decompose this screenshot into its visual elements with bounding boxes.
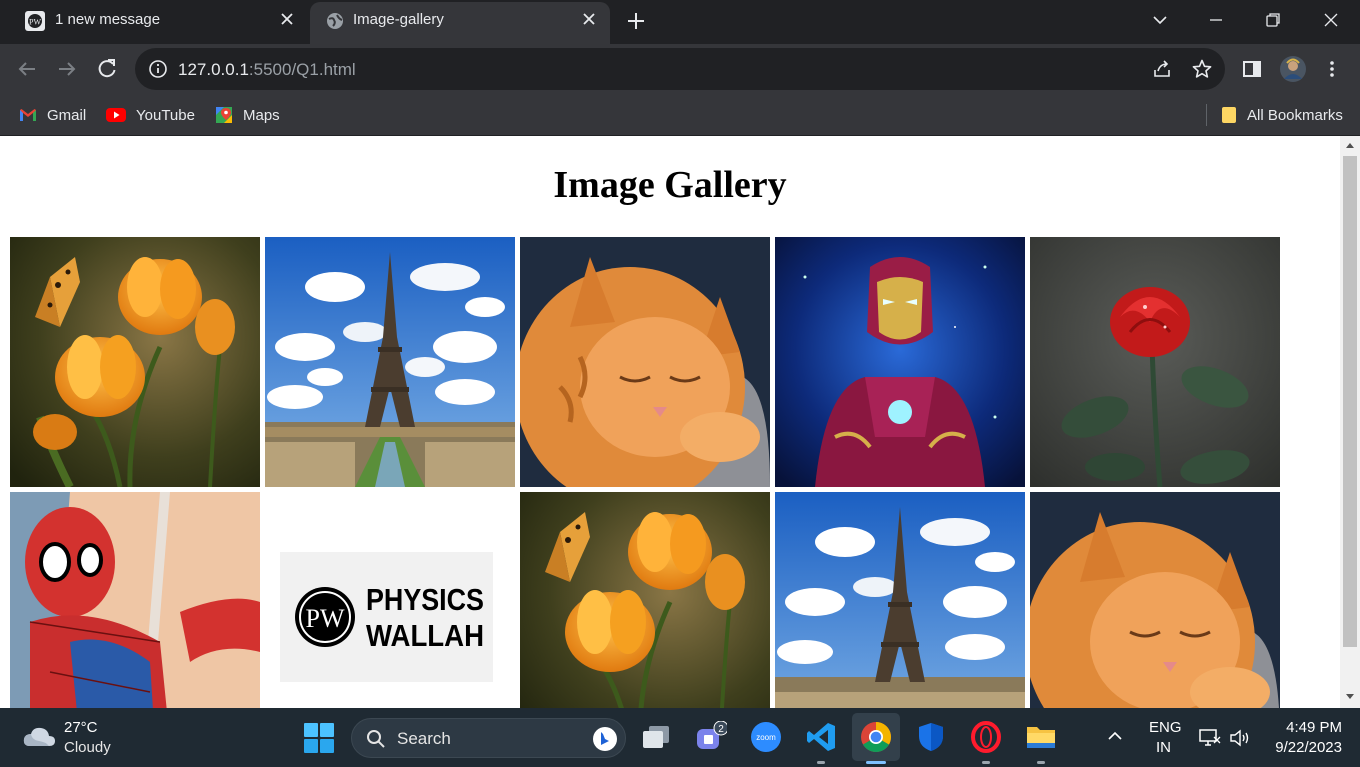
windows-taskbar: 27°C Cloudy Search 2 zoom ENG IN 4:49 PM… [0,708,1360,767]
svg-text:PW: PW [29,18,41,27]
bookmark-gmail[interactable]: Gmail [19,104,86,126]
bing-icon[interactable] [592,726,618,752]
bookmarks-divider [1206,104,1207,126]
kebab-menu-icon[interactable] [1321,58,1343,80]
physics-wallah-logo-image[interactable]: PW PHYSICS WALLAH [265,492,515,708]
tab-title: Image-gallery [353,11,444,28]
bookmark-maps[interactable]: Maps [215,104,280,126]
side-panel-icon[interactable] [1241,58,1263,80]
page-scrollbar[interactable] [1340,136,1360,708]
bookmark-label: YouTube [136,106,195,124]
chrome-icon[interactable] [860,721,892,753]
scroll-thumb[interactable] [1343,156,1357,647]
clock-time[interactable]: 4:49 PM [1286,719,1342,736]
reload-icon[interactable] [96,58,118,80]
maps-icon [216,107,232,123]
weather-description[interactable]: Cloudy [64,739,111,756]
network-icon[interactable] [1199,728,1221,748]
task-view-icon[interactable] [640,721,672,753]
iron-man-image[interactable] [775,237,1025,487]
pw-logo-icon: PW [25,11,45,31]
profile-avatar-icon[interactable] [1279,55,1307,83]
zoom-icon[interactable]: zoom [750,721,782,753]
all-bookmarks-label: All Bookmarks [1247,106,1343,124]
url-path: :5500/Q1.html [248,60,356,79]
page-viewport: Image Gallery PW PHYSICS WALLAH [0,136,1340,708]
scroll-down-icon[interactable] [1345,693,1355,701]
close-tab-icon[interactable] [280,12,294,26]
bookmark-label: Gmail [47,106,87,124]
weather-temperature[interactable]: 27°C [64,719,98,736]
bookmark-label: Maps [243,106,280,124]
site-info-icon[interactable] [147,58,169,80]
language-indicator[interactable]: ENG [1149,719,1182,736]
spider-man-image[interactable] [10,492,260,708]
search-label: Search [397,729,451,748]
youtube-icon [106,108,126,122]
share-icon[interactable] [1151,58,1173,80]
show-hidden-icons-chevron-icon[interactable] [1107,730,1123,742]
restore-icon[interactable] [1263,10,1283,30]
page-title: Image Gallery [553,164,787,206]
browser-tab-strip: PW 1 new message Image-gallery [0,0,1360,44]
explorer-running-indicator [1037,761,1045,764]
search-icon [367,730,385,748]
back-arrow-icon[interactable] [16,58,38,80]
tab-search-chevron-icon[interactable] [1150,10,1170,30]
eiffel-tower-image[interactable] [265,237,515,487]
file-explorer-icon[interactable] [1025,721,1057,753]
folder-icon [1222,107,1236,123]
vscode-running-indicator [817,761,825,764]
opera-running-indicator [982,761,990,764]
tab-messages[interactable]: PW 1 new message [0,0,308,42]
teams-badge-count: 2 [718,724,724,735]
all-bookmarks-button[interactable]: All Bookmarks [1221,104,1343,126]
taskbar-search-box[interactable]: Search [351,718,626,758]
windows-start-icon[interactable] [303,722,335,754]
tab-image-gallery[interactable]: Image-gallery [310,2,610,44]
new-tab-icon[interactable] [625,10,647,32]
url-text[interactable]: 127.0.0.1:5500/Q1.html [178,60,356,80]
volume-icon[interactable] [1229,728,1251,748]
globe-icon [327,13,343,29]
bookmarks-bar: Gmail YouTube Maps All Bookmarks [0,94,1360,136]
pw-logo-word-2: WALLAH [366,618,484,653]
sleeping-cat-image[interactable] [520,237,770,487]
url-host: 127.0.0.1 [178,60,249,79]
pw-logo-word-1: PHYSICS [366,582,484,617]
minimize-icon[interactable] [1206,10,1226,30]
vscode-icon[interactable] [805,721,837,753]
opera-icon[interactable] [970,721,1002,753]
butterfly-flowers-image[interactable] [520,492,770,708]
clock-date[interactable]: 9/22/2023 [1275,739,1342,756]
gmail-icon [20,109,36,121]
language-region[interactable]: IN [1156,739,1171,756]
scroll-up-icon[interactable] [1345,141,1355,149]
butterfly-flowers-image[interactable] [10,237,260,487]
pw-logo-initials: PW [306,604,345,633]
browser-toolbar: 127.0.0.1:5500/Q1.html [0,44,1360,94]
teams-chat-icon[interactable]: 2 [695,721,727,753]
close-window-icon[interactable] [1321,10,1341,30]
close-tab-icon[interactable] [582,12,596,26]
bookmark-youtube[interactable]: YouTube [106,104,195,126]
red-rose-image[interactable] [1030,237,1280,487]
sleeping-cat-image[interactable] [1030,492,1280,708]
chrome-active-indicator [866,761,886,764]
cloud-weather-icon[interactable] [22,724,56,750]
tab-title: 1 new message [55,11,161,28]
forward-arrow-icon[interactable] [56,58,78,80]
bookmark-star-icon[interactable] [1191,58,1213,80]
defender-shield-icon[interactable] [915,721,947,753]
eiffel-tower-image[interactable] [775,492,1025,708]
address-bar[interactable]: 127.0.0.1:5500/Q1.html [135,48,1225,90]
zoom-label: zoom [756,733,776,742]
